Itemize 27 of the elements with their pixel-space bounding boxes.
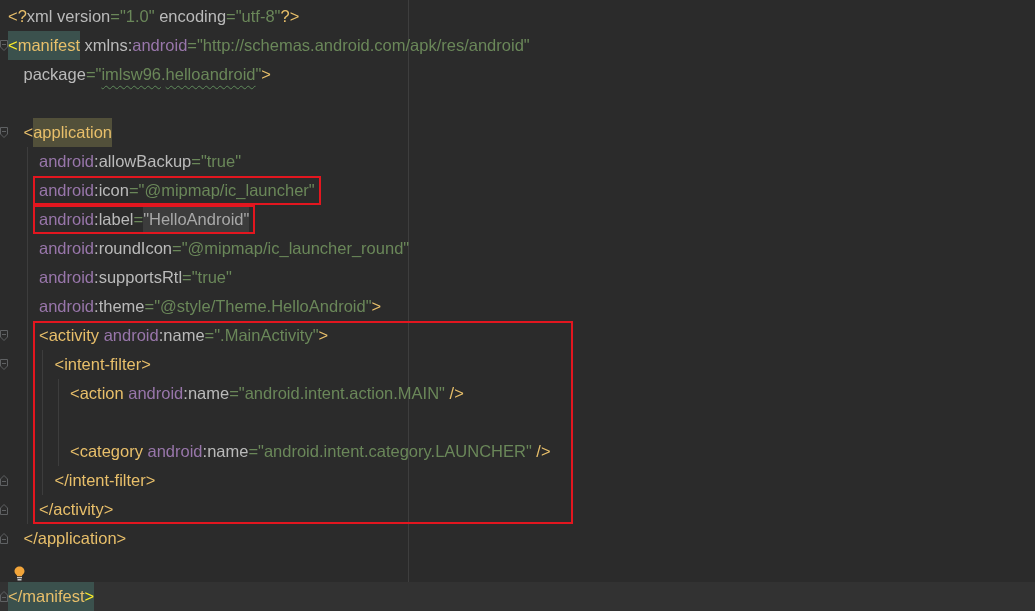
code-line: </application>	[23, 528, 127, 549]
code-line: <?xml version="1.0" encoding="utf-8"?>	[8, 6, 300, 27]
code-line: <category android:name="android.intent.category.LAUNCHER" />	[70, 441, 551, 462]
code-line: android:allowBackup="true"	[39, 151, 242, 172]
fold-marker-icon[interactable]	[0, 504, 8, 515]
code-line: <activity android:name=".MainActivity">	[39, 325, 329, 346]
fold-marker-icon[interactable]	[0, 40, 8, 51]
code-line: </manifest>	[8, 582, 95, 611]
fold-marker-icon[interactable]	[0, 127, 8, 138]
code-line: <intent-filter>	[54, 354, 151, 375]
code-line: android:theme="@style/Theme.HelloAndroid">	[39, 296, 382, 317]
code-line: </intent-filter>	[54, 470, 156, 491]
fold-marker-icon[interactable]	[0, 533, 8, 544]
code-line: </activity>	[39, 499, 114, 520]
code-line: android:roundIcon="@mipmap/ic_launcher_round"	[39, 238, 410, 259]
code-line: android:icon="@mipmap/ic_launcher"	[39, 180, 315, 201]
code-line: <action android:name="android.intent.action.MAIN" />	[70, 383, 464, 404]
code-line: package="imlsw96.helloandroid">	[23, 64, 271, 85]
fold-marker-icon[interactable]	[0, 475, 8, 486]
code-line: <manifest xmlns:android="http://schemas.android.com/apk/res/android"	[8, 31, 530, 60]
code-line: android:label="HelloAndroid"	[39, 205, 250, 234]
fold-marker-icon[interactable]	[0, 591, 8, 602]
fold-marker-icon[interactable]	[0, 359, 8, 370]
fold-marker-icon[interactable]	[0, 330, 8, 341]
code-line: android:supportsRtl="true"	[39, 267, 232, 288]
lightbulb-icon[interactable]	[14, 566, 25, 581]
code-line: <application	[23, 118, 113, 147]
